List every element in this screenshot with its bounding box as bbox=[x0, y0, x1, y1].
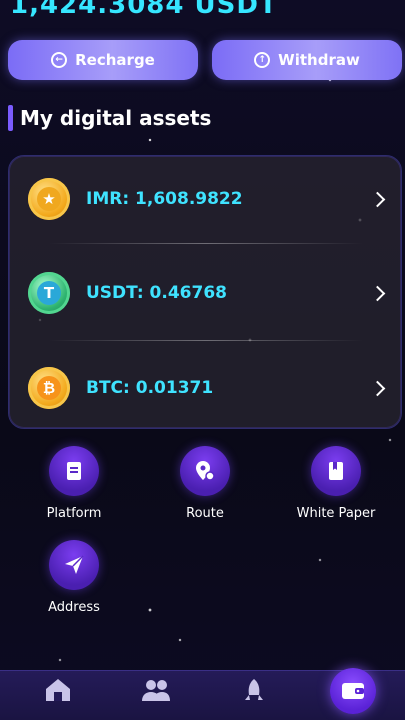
book-icon bbox=[311, 446, 361, 496]
home-icon bbox=[46, 679, 70, 701]
menu-label: Platform bbox=[46, 506, 102, 521]
menu-item-platform[interactable]: Platform bbox=[24, 446, 124, 521]
asset-row-imr[interactable]: ★ IMR: 1,608.9822 bbox=[9, 156, 401, 242]
divider bbox=[49, 340, 363, 341]
tab-launch[interactable] bbox=[224, 677, 284, 720]
menu-item-route[interactable]: Route bbox=[155, 446, 255, 521]
wallet-icon bbox=[342, 683, 364, 699]
tab-home[interactable] bbox=[28, 677, 88, 720]
withdraw-button[interactable]: ↑ Withdraw bbox=[212, 40, 402, 80]
withdraw-icon: ↑ bbox=[254, 52, 271, 68]
assets-card: ★ IMR: 1,608.9822 T USDT: 0.46768 ₿ BTC:… bbox=[8, 155, 402, 429]
recharge-icon: ← bbox=[51, 52, 68, 68]
route-pin-icon bbox=[180, 446, 230, 496]
imr-coin-icon: ★ bbox=[28, 178, 70, 220]
tab-team[interactable] bbox=[126, 677, 186, 720]
menu-item-address[interactable]: Address bbox=[24, 540, 124, 615]
menu-label: Route bbox=[186, 506, 224, 521]
document-icon bbox=[49, 446, 99, 496]
recharge-button[interactable]: ← Recharge bbox=[8, 40, 198, 80]
usdt-coin-icon: T bbox=[28, 272, 70, 314]
rocket-icon bbox=[245, 679, 263, 700]
menu-label: White Paper bbox=[296, 506, 376, 521]
tab-wallet[interactable] bbox=[330, 668, 376, 714]
asset-label: USDT: 0.46768 bbox=[86, 283, 227, 303]
section-accent-bar bbox=[8, 105, 13, 131]
menu-item-white-paper[interactable]: White Paper bbox=[286, 446, 386, 521]
btc-coin-icon: ₿ bbox=[28, 367, 70, 409]
chevron-right-icon bbox=[369, 285, 386, 301]
asset-row-usdt[interactable]: T USDT: 0.46768 bbox=[9, 250, 401, 336]
asset-label: BTC: 0.01371 bbox=[86, 378, 214, 398]
divider bbox=[49, 243, 363, 244]
menu-label: Address bbox=[48, 600, 100, 615]
chevron-right-icon bbox=[369, 191, 386, 207]
recharge-label: Recharge bbox=[75, 51, 155, 69]
total-balance: 1,424.3084 USDT bbox=[10, 0, 278, 20]
withdraw-label: Withdraw bbox=[278, 51, 360, 69]
chevron-right-icon bbox=[369, 380, 386, 396]
section-title-text: My digital assets bbox=[20, 106, 212, 130]
asset-row-btc[interactable]: ₿ BTC: 0.01371 bbox=[9, 345, 401, 431]
team-icon bbox=[142, 680, 170, 701]
send-icon bbox=[49, 540, 99, 590]
section-title: My digital assets bbox=[8, 104, 211, 132]
asset-label: IMR: 1,608.9822 bbox=[86, 189, 243, 209]
